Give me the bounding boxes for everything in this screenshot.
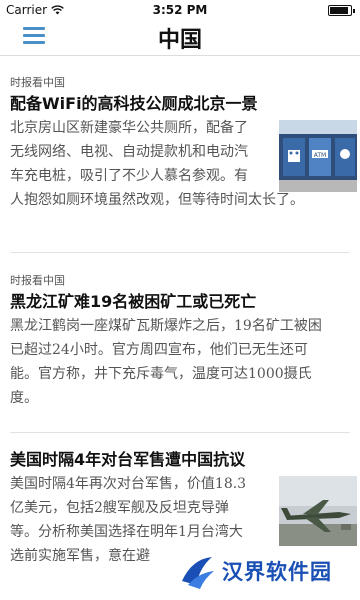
article-source: 时报看中国 (10, 274, 65, 287)
article-title: 黑龙江矿难19名被困矿工或已死亡 (10, 292, 257, 311)
watermark-text: 汉界软件园 (222, 560, 332, 584)
article-title: 配备WiFi的高科技公厕成北京一景 (10, 94, 258, 113)
summary-line: 度。 (10, 390, 38, 406)
article-title: 美国时隔4年对台军售遭中国抗议 (10, 450, 246, 469)
battery-level-fill (330, 7, 348, 14)
summary-line: 美国时隔4年再次对台军售，价值18.3 (10, 476, 247, 492)
toilet-building-image: ATM (279, 120, 357, 192)
article-thumbnail: ATM (279, 120, 357, 192)
watermark: 汉界软件园 (178, 548, 353, 594)
article-divider (10, 432, 350, 433)
nav-bar: 中国 (0, 20, 360, 54)
article-summary: 黑龙江鹤岗一座煤矿瓦斯爆炸之后，19名矿工被困 已超过24小时。官方周四宣布，他… (10, 314, 355, 410)
article-source: 时报看中国 (10, 76, 65, 89)
watermark-logo-icon (182, 557, 214, 589)
summary-line: 黑龙江鹤岗一座煤矿瓦斯爆炸之后，19名矿工被困 (10, 318, 322, 334)
article-thumbnail (279, 476, 357, 546)
summary-line: 亿美元，包括2艘军舰及反坦克导弹 (10, 500, 229, 516)
article-divider (10, 252, 350, 253)
page-title: 中国 (157, 28, 202, 53)
header-divider (0, 55, 360, 56)
battery-icon (328, 5, 355, 16)
atm-sign: ATM (314, 152, 326, 159)
summary-line: 北京房山区新建豪华公共厕所，配备了 (10, 120, 248, 136)
article-item[interactable]: 时报看中国 配备WiFi的高科技公厕成北京一景 北京房山区新建豪华公共厕所，配备… (0, 72, 360, 242)
summary-line: 已超过24小时。官方周四宣布，他们已无生还可 (10, 342, 308, 358)
article-summary: 北京房山区新建豪华公共厕所，配备了 无线网络、电视、自动提款机和电动汽 车充电桩… (10, 116, 272, 188)
summary-line: 车充电桩，吸引了不少人慕名参观。有 (10, 168, 248, 184)
summary-line: 无线网络、电视、自动提款机和电动汽 (10, 144, 248, 160)
article-item[interactable]: 时报看中国 黑龙江矿难19名被困矿工或已死亡 黑龙江鹤岗一座煤矿瓦斯爆炸之后，1… (0, 270, 360, 420)
summary-line: 能。官方称，井下充斥毒气，温度可达1000摄氏 (10, 366, 312, 382)
military-aircraft-image (279, 476, 357, 546)
status-time: 3:52 PM (152, 3, 208, 17)
status-bar: Carrier 3:52 PM (0, 0, 360, 20)
summary-line: 等。分析称美国选择在明年1月台湾大 (10, 524, 243, 540)
